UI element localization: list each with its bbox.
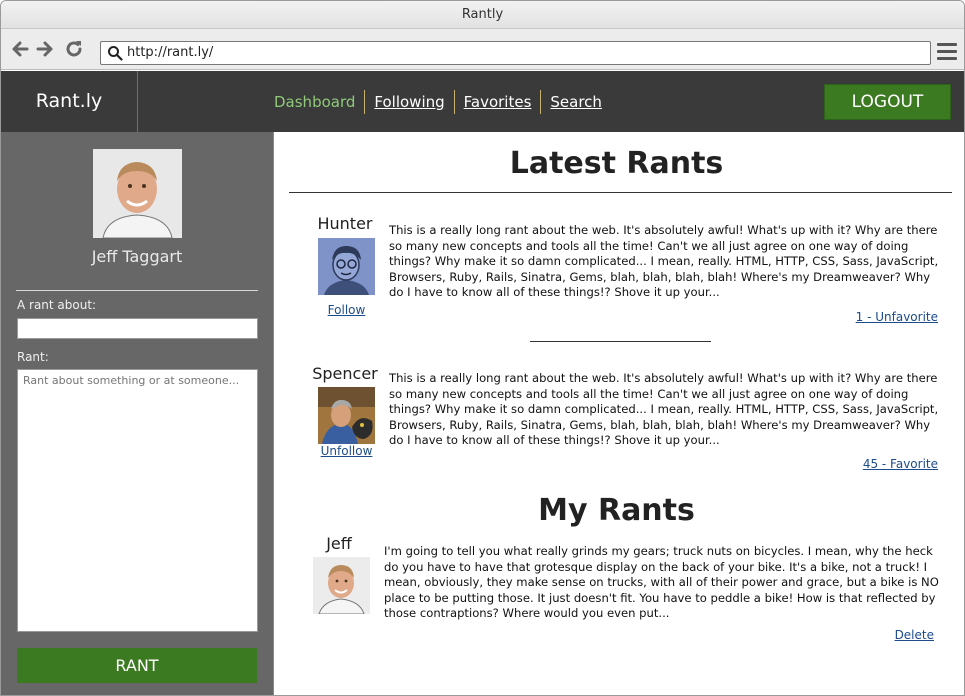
window-title: Rantly (1, 1, 964, 29)
rant-divider (530, 341, 711, 342)
app-header: Rant.ly Dashboard Following Favorites Se… (1, 71, 964, 132)
delete-link[interactable]: Delete (834, 628, 934, 642)
browser-toolbar (1, 29, 964, 70)
browser-window: Rantly Rant.ly Dashboard Following Favor… (0, 0, 965, 696)
arrow-left-icon[interactable] (9, 38, 31, 60)
rant-text: This is a really long rant about the web… (389, 223, 939, 300)
rant-author-name: Jeff (326, 534, 352, 553)
reload-icon[interactable] (63, 38, 85, 60)
url-input[interactable] (127, 42, 917, 64)
arrow-right-icon[interactable] (34, 38, 56, 60)
rant-label: Rant: (17, 350, 49, 364)
follow-link[interactable]: Follow (318, 303, 375, 317)
nav-favorites[interactable]: Favorites (453, 90, 541, 114)
unfavorite-link[interactable]: 1 - Unfavorite (794, 310, 938, 324)
user-avatar (93, 149, 182, 238)
rant-author-name: Spencer (312, 364, 378, 383)
nav-dashboard[interactable]: Dashboard (265, 90, 364, 114)
brand-logo[interactable]: Rant.ly (1, 71, 138, 132)
sidebar-divider (16, 290, 258, 291)
rant-textarea[interactable] (17, 369, 258, 632)
rant-author-name: Hunter (317, 214, 373, 233)
author-avatar[interactable] (318, 387, 375, 444)
main-nav: Dashboard Following Favorites Search (265, 90, 611, 114)
search-icon (108, 46, 123, 61)
address-bar[interactable] (100, 41, 931, 65)
my-rants-title: My Rants (538, 493, 695, 528)
logout-button[interactable]: LOGOUT (824, 84, 951, 120)
author-avatar (313, 557, 370, 614)
favorite-link[interactable]: 45 - Favorite (794, 457, 938, 471)
user-name: Jeff Taggart (91, 247, 183, 266)
latest-rants-title: Latest Rants (509, 146, 724, 181)
rant-text: I'm going to tell you what really grinds… (384, 544, 939, 621)
nav-search[interactable]: Search (540, 90, 611, 114)
rant-about-input[interactable] (17, 318, 258, 339)
author-avatar[interactable] (318, 238, 375, 295)
rant-text: This is a really long rant about the web… (389, 371, 939, 448)
main-content: Latest Rants Hunter Follow This is a rea… (273, 132, 964, 695)
rant-submit-button[interactable]: RANT (17, 648, 257, 683)
title-divider (289, 192, 952, 193)
sidebar: Jeff Taggart A rant about: Rant: RANT (1, 132, 273, 695)
hamburger-menu-icon[interactable] (937, 43, 957, 61)
unfollow-link[interactable]: Unfollow (318, 444, 375, 458)
rant-about-label: A rant about: (17, 298, 97, 312)
nav-following[interactable]: Following (364, 90, 453, 114)
